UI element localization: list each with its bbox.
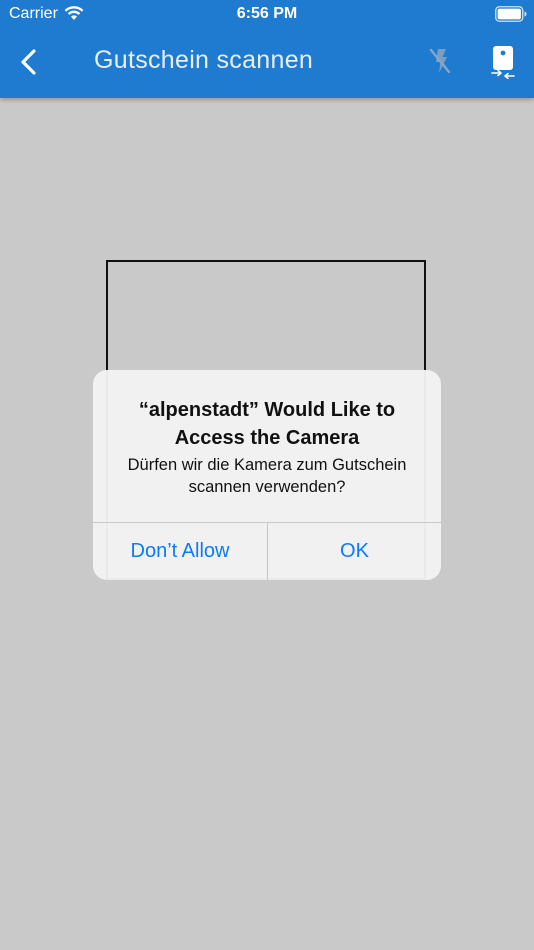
camera-switch-button[interactable] bbox=[490, 45, 516, 80]
dont-allow-button[interactable]: Don’t Allow bbox=[93, 523, 267, 580]
camera-permission-alert: “alpenstadt” Would Like to Access the Ca… bbox=[93, 370, 441, 580]
status-time: 6:56 PM bbox=[236, 5, 298, 22]
flash-toggle-button[interactable] bbox=[426, 46, 454, 76]
alert-title: “alpenstadt” Would Like to Access the Ca… bbox=[138, 399, 396, 449]
status-bar: Carrier 6:56 PM bbox=[0, 0, 534, 28]
flash-off-icon bbox=[429, 48, 451, 74]
app-bar: Carrier 6:56 PM Gutschein scannen bbox=[0, 0, 534, 98]
alert-message: Dürfen wir die Kamera zum Gutschein scan… bbox=[127, 456, 407, 496]
camera-switch-icon bbox=[491, 46, 515, 80]
back-button[interactable] bbox=[14, 46, 44, 78]
chevron-left-icon bbox=[21, 49, 36, 75]
ok-button[interactable]: OK bbox=[268, 523, 441, 580]
page-title: Gutschein scannen bbox=[94, 46, 314, 74]
battery-icon bbox=[495, 6, 527, 22]
